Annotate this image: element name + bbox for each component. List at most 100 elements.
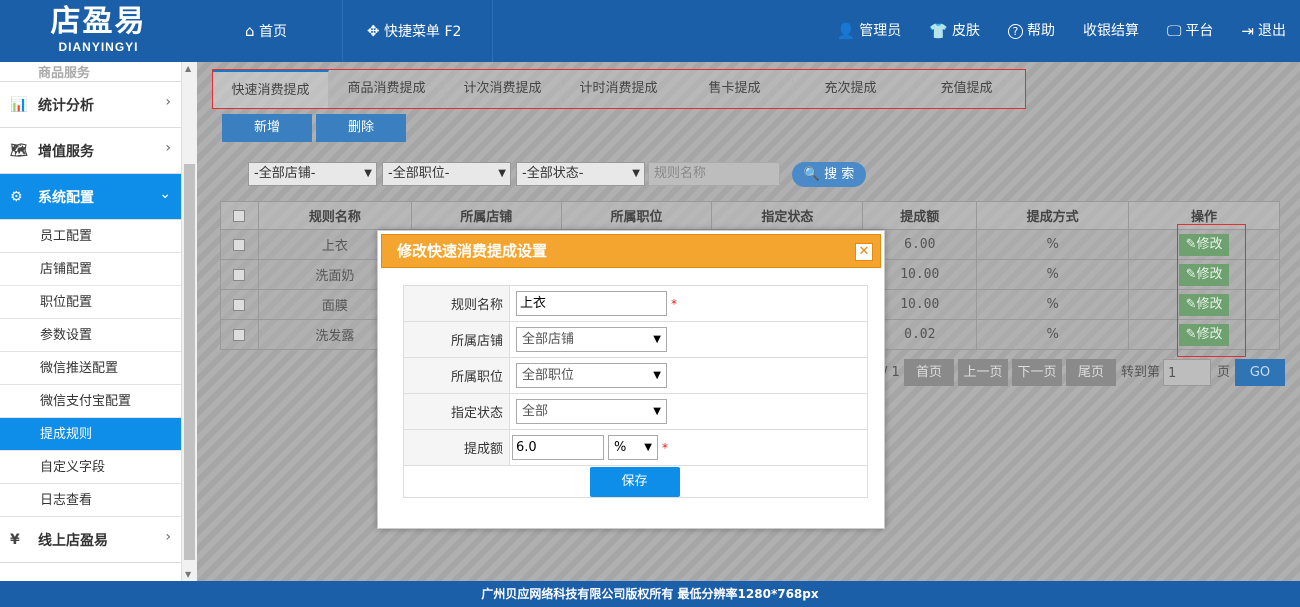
status-filter-select[interactable]: -全部状态- ▼ bbox=[516, 162, 645, 186]
chevron-right-icon: › bbox=[165, 94, 171, 110]
nav-home[interactable]: ⌂ 首页 bbox=[197, 0, 343, 62]
edit-commission-dialog: 修改快速消费提成设置 ✕ 规则名称 上衣 * 所属店铺 全部店铺 ▼ 所属职位 全部… bbox=[377, 230, 885, 529]
add-button[interactable]: 新增 bbox=[222, 114, 312, 142]
go-button[interactable]: GO bbox=[1235, 359, 1285, 386]
amount-cell: 6.0% ▼ * bbox=[509, 429, 868, 466]
shirt-icon: 👕 bbox=[929, 22, 948, 40]
dialog-form: 规则名称 上衣 * 所属店铺 全部店铺 ▼ 所属职位 全部职位 ▼ 指定状态 全部 ▼ … bbox=[403, 285, 868, 498]
sidebar-group-online-store-label: 线上店盈易 bbox=[38, 532, 108, 549]
sidebar-group-goods-service[interactable]: 商品服务 bbox=[0, 62, 181, 82]
save-button[interactable]: 保存 bbox=[589, 466, 680, 497]
tab-recharge-count[interactable]: 充次提成 bbox=[793, 70, 909, 108]
scroll-up-icon[interactable]: ▲ bbox=[185, 64, 191, 73]
header-platform-label: 平台 bbox=[1185, 23, 1214, 39]
sidebar-item-wechat-alipay[interactable]: 微信支付宝配置 bbox=[0, 385, 181, 418]
store-filter-select[interactable]: -全部店铺- ▼ bbox=[248, 162, 377, 186]
header-logout[interactable]: ⇥ 退出 bbox=[1227, 0, 1300, 62]
tab-card-sale[interactable]: 售卡提成 bbox=[677, 70, 793, 108]
table-header-row: 规则名称 所属店铺 所属职位 指定状态 提成额 提成方式 操作 bbox=[220, 201, 1280, 230]
brand-logo[interactable]: 店盈易 DIANYINGYI bbox=[0, 0, 197, 62]
brand-name-cn: 店盈易 bbox=[50, 4, 147, 39]
row-select-cell bbox=[220, 259, 259, 290]
sidebar-item-param-settings[interactable]: 参数设置 bbox=[0, 319, 181, 352]
help-icon: ? bbox=[1007, 23, 1023, 39]
rule-name-search-input[interactable]: 规则名称 bbox=[648, 162, 780, 186]
sidebar-group-system-config-label: 系统配置 bbox=[38, 189, 94, 206]
position-label: 所属职位 bbox=[403, 357, 510, 394]
header-help[interactable]: ? 帮助 bbox=[994, 0, 1069, 62]
tab-count-consume[interactable]: 计次消费提成 bbox=[445, 70, 561, 108]
search-button[interactable]: 🔍 搜 索 bbox=[792, 162, 866, 187]
store-label: 所属店铺 bbox=[403, 321, 510, 358]
close-icon[interactable]: ✕ bbox=[855, 243, 873, 261]
header-nav: ⌂ 首页 ✥ 快捷菜单 F2 bbox=[197, 0, 493, 62]
logout-icon: ⇥ bbox=[1241, 22, 1254, 40]
form-row-rule-name: 规则名称 上衣 * bbox=[403, 285, 868, 322]
form-row-position: 所属职位 全部职位 ▼ bbox=[403, 357, 868, 394]
sidebar-item-position-config[interactable]: 职位配置 bbox=[0, 286, 181, 319]
amount-input[interactable]: 6.0 bbox=[512, 435, 604, 460]
position-select-value: 全部职位 bbox=[522, 368, 575, 383]
store-select[interactable]: 全部店铺 ▼ bbox=[516, 327, 667, 352]
header-admin-label: 管理员 bbox=[859, 23, 902, 39]
sidebar-group-online-store[interactable]: ¥ 线上店盈易 › bbox=[0, 517, 181, 563]
required-mark: * bbox=[671, 296, 677, 311]
sidebar-item-commission-rules[interactable]: 提成规则 bbox=[0, 418, 181, 451]
prev-page-button[interactable]: 上一页 bbox=[958, 359, 1008, 386]
page-number-input[interactable]: 1 bbox=[1163, 359, 1211, 386]
rule-name-input[interactable]: 上衣 bbox=[516, 291, 667, 316]
delete-button[interactable]: 删除 bbox=[316, 114, 406, 142]
sidebar-group-value-added[interactable]: 🗺 增值服务 › bbox=[0, 128, 181, 174]
form-row-store: 所属店铺 全部店铺 ▼ bbox=[403, 321, 868, 358]
sidebar-group-system-config[interactable]: ⚙ 系统配置 ⌄ bbox=[0, 174, 181, 220]
search-icon: 🔍 bbox=[803, 167, 820, 182]
sidebar-item-staff-config[interactable]: 员工配置 bbox=[0, 220, 181, 253]
dropdown-caret-icon: ▼ bbox=[653, 406, 661, 417]
select-all-checkbox[interactable] bbox=[233, 209, 246, 222]
header-skin[interactable]: 👕 皮肤 bbox=[915, 0, 994, 62]
dropdown-caret-icon: ▼ bbox=[653, 334, 661, 345]
search-button-label: 搜 索 bbox=[824, 167, 855, 182]
header-checkout[interactable]: 收银结算 bbox=[1069, 0, 1153, 62]
tab-quick-consume[interactable]: 快速消费提成 bbox=[213, 70, 329, 108]
scroll-down-icon[interactable]: ▼ bbox=[185, 570, 191, 579]
header-checkout-label: 收银结算 bbox=[1082, 23, 1139, 39]
store-select-value: 全部店铺 bbox=[522, 332, 575, 347]
mode-cell: % bbox=[976, 289, 1130, 320]
user-icon: 👤 bbox=[836, 22, 856, 40]
unit-select[interactable]: % ▼ bbox=[608, 435, 658, 460]
row-checkbox[interactable] bbox=[233, 268, 246, 281]
copyright-footer: 广州贝应网络科技有限公司版权所有 最低分辨率1280*768px bbox=[0, 581, 1300, 607]
header-skin-label: 皮肤 bbox=[951, 23, 980, 39]
header-platform[interactable]: 🖵 平台 bbox=[1153, 0, 1227, 62]
header-admin[interactable]: 👤 管理员 bbox=[823, 0, 916, 62]
ops-highlight bbox=[1177, 224, 1246, 357]
column-header: 所属职位 bbox=[560, 201, 713, 230]
tab-goods-consume[interactable]: 商品消费提成 bbox=[329, 70, 445, 108]
sidebar-item-log-view[interactable]: 日志查看 bbox=[0, 484, 181, 517]
row-checkbox[interactable] bbox=[233, 298, 246, 311]
rule-name-cell: 上衣 * bbox=[509, 285, 868, 322]
last-page-button[interactable]: 尾页 bbox=[1066, 359, 1116, 386]
scrollbar-thumb[interactable] bbox=[184, 164, 195, 560]
tab-recharge-value[interactable]: 充值提成 bbox=[909, 70, 1025, 108]
sidebar-item-custom-fields[interactable]: 自定义字段 bbox=[0, 451, 181, 484]
position-filter-select[interactable]: -全部职位- ▼ bbox=[382, 162, 511, 186]
sidebar-group-statistics[interactable]: 📊 统计分析 › bbox=[0, 82, 181, 128]
dropdown-caret-icon: ▼ bbox=[644, 442, 652, 453]
status-select[interactable]: 全部 ▼ bbox=[516, 399, 667, 424]
status-cell: 全部 ▼ bbox=[509, 393, 868, 430]
sidebar-item-store-config[interactable]: 店铺配置 bbox=[0, 253, 181, 286]
nav-quick-menu[interactable]: ✥ 快捷菜单 F2 bbox=[343, 0, 493, 62]
sidebar-scrollbar[interactable]: ▲ ▼ bbox=[181, 62, 197, 581]
select-all-cell[interactable] bbox=[220, 201, 259, 230]
tab-time-consume[interactable]: 计时消费提成 bbox=[561, 70, 677, 108]
chevron-down-icon: ⌄ bbox=[159, 186, 171, 202]
next-page-button[interactable]: 下一页 bbox=[1012, 359, 1062, 386]
column-header: 提成方式 bbox=[976, 201, 1130, 230]
position-select[interactable]: 全部职位 ▼ bbox=[516, 363, 667, 388]
row-checkbox[interactable] bbox=[233, 328, 246, 341]
row-checkbox[interactable] bbox=[233, 238, 246, 251]
first-page-button[interactable]: 首页 bbox=[904, 359, 954, 386]
sidebar-item-wechat-push[interactable]: 微信推送配置 bbox=[0, 352, 181, 385]
